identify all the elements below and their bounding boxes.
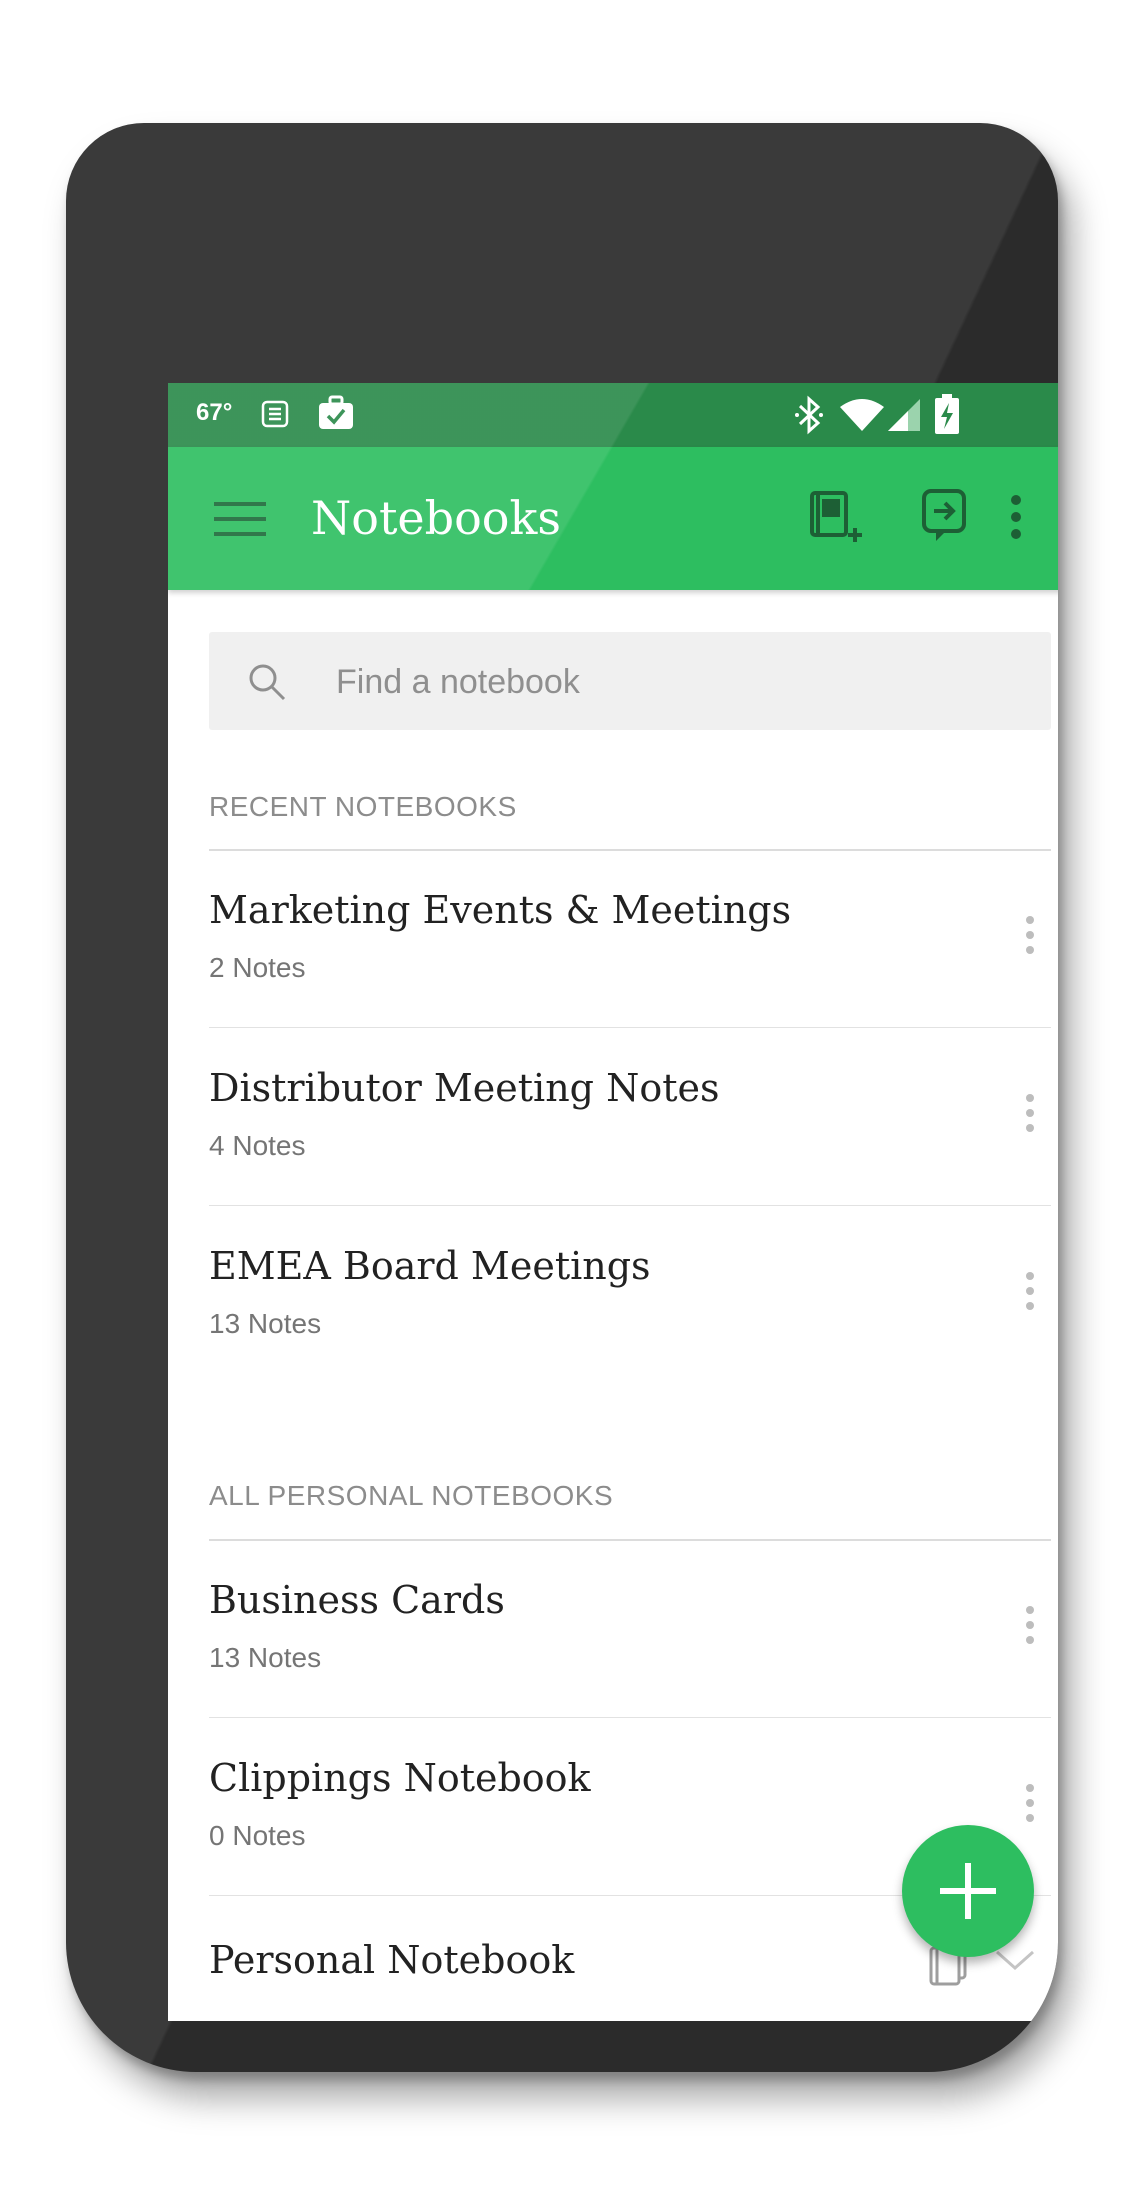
sync-icon[interactable] [920,487,970,549]
status-bar: 67° [168,383,1058,447]
notes-icon [260,399,290,433]
notebook-more-icon[interactable] [1015,1606,1045,1654]
bluetooth-icon [794,395,824,439]
section-heading-personal: ALL PERSONAL NOTEBOOKS [209,1480,614,1511]
notebook-row[interactable]: Marketing Events & Meetings 2 Notes [209,850,1051,1028]
chevron-down-icon[interactable] [993,1948,1037,1978]
notebook-name: Marketing Events & Meetings [209,888,792,932]
briefcase-check-icon [317,395,355,435]
app-screen: 67° Notebooks Find a notebook RECENT NOT… [168,383,1058,2021]
notebook-name: Business Cards [209,1578,505,1622]
notebook-note-count: 13 Notes [209,1308,322,1339]
search-icon [247,662,287,706]
battery-charging-icon [933,393,961,439]
plus-icon [938,1861,998,1925]
notebook-row[interactable]: Business Cards 13 Notes [209,1540,1051,1718]
notebook-name: EMEA Board Meetings [209,1244,651,1288]
notebook-note-count: 2 Notes [209,952,306,983]
notebook-more-icon[interactable] [1015,1094,1045,1142]
search-input[interactable] [334,657,1038,707]
app-bar: Notebooks [168,447,1058,590]
section-heading-recent: RECENT NOTEBOOKS [209,791,517,822]
notebook-row[interactable]: Distributor Meeting Notes 4 Notes [209,1028,1051,1206]
notebook-note-count: 13 Notes [209,1642,322,1673]
wifi-icon [838,397,886,437]
status-temperature: 67° [196,399,233,426]
search-bar[interactable] [209,632,1051,730]
hamburger-menu-icon[interactable] [212,500,268,542]
notebook-more-icon[interactable] [1015,916,1045,964]
notebook-name: Personal Notebook [209,1938,575,1982]
notebook-row[interactable]: EMEA Board Meetings 13 Notes [209,1206,1051,1384]
notebook-more-icon[interactable] [1015,1784,1045,1832]
more-vertical-icon[interactable] [1009,494,1023,544]
page-title: Notebooks [311,491,561,545]
add-note-button[interactable] [902,1825,1034,1957]
notebook-name: Distributor Meeting Notes [209,1066,720,1110]
signal-icon [886,397,922,437]
phone-frame: 67° Notebooks Find a notebook RECENT NOT… [66,123,1058,2072]
notebook-name: Clippings Notebook [209,1756,591,1800]
notebook-note-count: 0 Notes [209,1820,306,1851]
notebook-more-icon[interactable] [1015,1272,1045,1320]
new-notebook-icon[interactable] [808,489,864,549]
notebook-note-count: 4 Notes [209,1130,306,1161]
